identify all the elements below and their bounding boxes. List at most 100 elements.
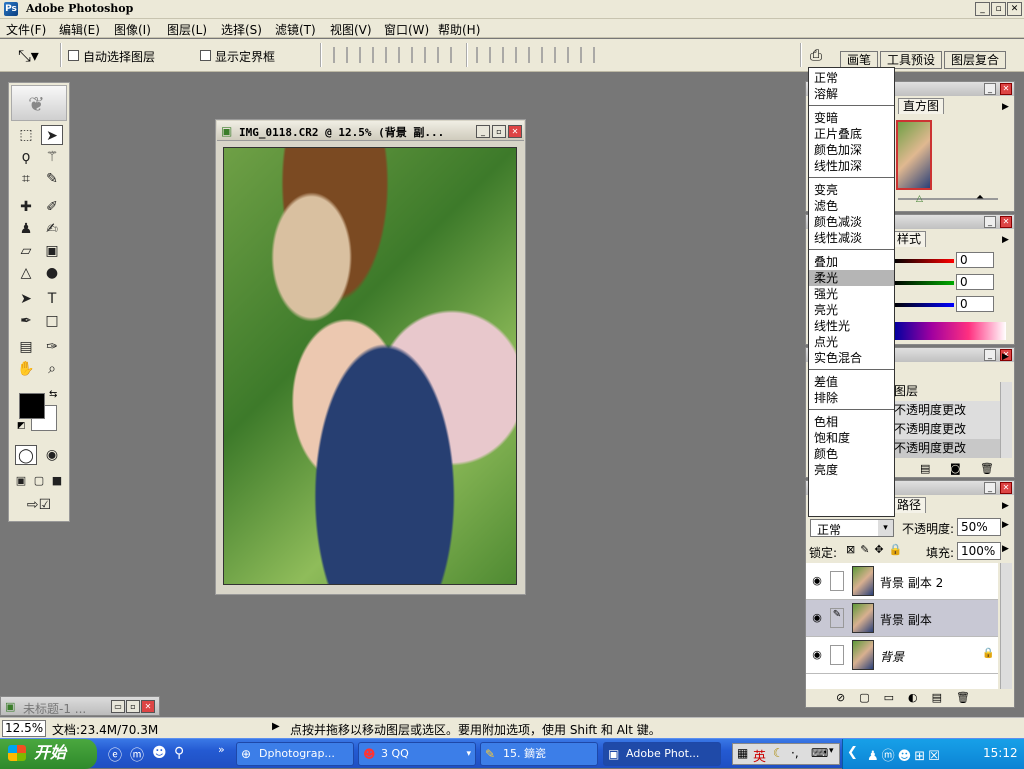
blend-mode-option[interactable]: 亮度 [809,462,894,478]
green-slider[interactable] [894,281,954,285]
doc-restore-button[interactable]: ▫ [492,125,506,138]
color-spectrum-bar[interactable] [894,322,1006,340]
doc-close-button[interactable]: ✕ [508,125,522,138]
taskbar-button[interactable]: ✎ 15. 鏑瓷 [480,742,598,766]
red-slider[interactable] [894,259,954,263]
blend-mode-option[interactable]: 柔光 [809,270,894,286]
ie-icon[interactable]: ⓔ [108,745,122,765]
moon-icon[interactable]: ☾ [773,746,784,760]
keyboard-icon[interactable]: ⌨ [811,746,828,760]
blend-mode-option[interactable]: 溶解 [809,86,894,102]
opacity-field[interactable]: 50% [957,518,1001,536]
panel-close-button[interactable]: ✕ [1000,83,1012,95]
blend-mode-option[interactable]: 滤色 [809,198,894,214]
move-tool-preset-icon[interactable]: ⤡▾ [18,46,39,66]
layer-row[interactable]: ◉ 背景 副本 2 [806,563,998,600]
blend-mode-option[interactable]: 排除 [809,390,894,406]
fill-field[interactable]: 100% [957,542,1001,560]
screen-mode-standard-icon[interactable]: ▣ [13,471,29,491]
ime-grid-icon[interactable]: ▦ [737,746,748,760]
minimized-document[interactable]: ▣ 未标题-1 ... ▭ ▫ ✕ [0,696,160,716]
history-state[interactable]: 不透明度更改 [886,420,1001,439]
punctuation-icon[interactable]: ·, [791,746,799,760]
restore-button[interactable]: ▫ [991,2,1006,16]
ime-toolbar[interactable]: ▦ 英 ☾ ·, ⌨ ▾ [732,743,840,765]
min-maximize-button[interactable]: ▫ [126,700,140,713]
path-selection-tool-icon[interactable]: ➤ [15,289,37,309]
file-browser-icon[interactable]: ⎙ [810,46,822,64]
doc-size-info[interactable]: 文档:23.4M/70.3M [52,721,158,738]
min-close-button[interactable]: ✕ [141,700,155,713]
tray-expand-icon[interactable]: ❮ [847,745,858,760]
blend-mode-option[interactable]: 点光 [809,334,894,350]
opacity-slider-arrow-icon[interactable]: ▶ [1002,520,1009,530]
blend-mode-option[interactable]: 变亮 [809,182,894,198]
history-scrollbar[interactable] [1000,382,1012,458]
document-title-bar[interactable]: ▣ IMG_0118.CR2 @ 12.5% (背景 副... _ ▫ ✕ [217,121,524,141]
menu-edit[interactable]: 编辑(E) [59,21,100,38]
menu-image[interactable]: 图像(I) [114,21,151,38]
panel-menu-icon[interactable]: ▶ [1002,235,1009,245]
auto-select-checkbox[interactable] [68,50,79,61]
blend-mode-option[interactable]: 色相 [809,414,894,430]
eye-icon[interactable]: ◉ [810,574,824,588]
menu-window[interactable]: 窗口(W) [384,21,429,38]
notes-tool-icon[interactable]: ▤ [15,337,37,357]
close-button[interactable]: ✕ [1007,2,1022,16]
tab-styles[interactable]: 样式 [892,231,927,247]
chevron-down-icon[interactable]: ▾ [878,520,893,536]
taskbar-button-active[interactable]: ▣ Adobe Phot... [603,742,721,766]
eyedropper-tool-icon[interactable]: ✑ [41,337,63,357]
eraser-tool-icon[interactable]: ▱ [15,241,37,261]
swap-colors-icon[interactable]: ⇆ [49,389,57,400]
blend-mode-option[interactable]: 正片叠底 [809,126,894,142]
standard-mode-icon[interactable]: ◯ [15,445,37,465]
panel-minimize-button[interactable]: _ [984,482,996,494]
tray-icons[interactable]: ♟ⓜ☻⊞☒ [867,745,943,764]
gradient-tool-icon[interactable]: ▣ [41,241,63,261]
menu-select[interactable]: 选择(S) [221,21,262,38]
blend-mode-option[interactable]: 线性加深 [809,158,894,174]
screen-mode-full-icon[interactable]: ■ [49,471,65,491]
history-state[interactable]: 不透明度更改 [886,401,1001,420]
blend-mode-option[interactable]: 颜色 [809,446,894,462]
move-tool-icon[interactable]: ➤ [41,125,63,145]
panel-close-button[interactable]: ✕ [1000,216,1012,228]
blur-tool-icon[interactable]: △ [15,263,37,283]
minimize-button[interactable]: _ [975,2,990,16]
tab-layer-comps[interactable]: 图层复合 [944,51,1007,69]
tab-histogram[interactable]: 直方图 [898,98,945,114]
blend-mode-option[interactable]: 饱和度 [809,430,894,446]
show-bounds-checkbox[interactable] [200,50,211,61]
panel-close-button[interactable]: ✕ [1000,482,1012,494]
msn-icon[interactable]: ⓜ [130,745,144,765]
jump-to-imageready-icon[interactable]: ⇨☑ [15,495,63,515]
blend-mode-option[interactable]: 颜色加深 [809,142,894,158]
default-colors-icon[interactable]: ◩ [17,421,26,431]
link-slot[interactable] [830,645,844,665]
new-snapshot-icon[interactable]: ◙ [950,462,961,475]
zoom-slider-thumb[interactable]: △ [916,194,923,204]
quick-mask-mode-icon[interactable]: ◉ [41,445,63,465]
layers-scrollbar[interactable] [1000,563,1012,689]
crop-tool-icon[interactable]: ⌗ [15,169,37,189]
blend-mode-option[interactable]: 实色混合 [809,350,894,366]
lock-icons[interactable]: ⊠✎✥🔒 [846,543,907,556]
blend-mode-option[interactable]: 线性减淡 [809,230,894,246]
panel-menu-icon[interactable]: ▶ [1002,102,1009,112]
shape-tool-icon[interactable]: □ [41,311,63,331]
blue-slider[interactable] [894,303,954,307]
pen-tool-icon[interactable]: ✒ [15,311,37,331]
history-state[interactable]: 不透明度更改 [886,439,1001,458]
panel-minimize-button[interactable]: _ [984,349,996,361]
panel-menu-icon[interactable]: ▶ [1002,501,1009,511]
link-slot[interactable] [830,571,844,591]
foreground-color-swatch[interactable] [19,393,45,419]
menu-file[interactable]: 文件(F) [6,21,46,38]
taskbar-button[interactable]: ☻ 3 QQ ▾ [358,742,476,766]
history-brush-tool-icon[interactable]: ✍ [41,219,63,239]
layer-row-selected[interactable]: ◉ ✎ 背景 副本 [806,600,998,637]
slice-tool-icon[interactable]: ✎ [41,169,63,189]
zoom-field[interactable]: 12.5% [2,720,46,737]
screen-mode-full-menu-icon[interactable]: ▢ [31,471,47,491]
